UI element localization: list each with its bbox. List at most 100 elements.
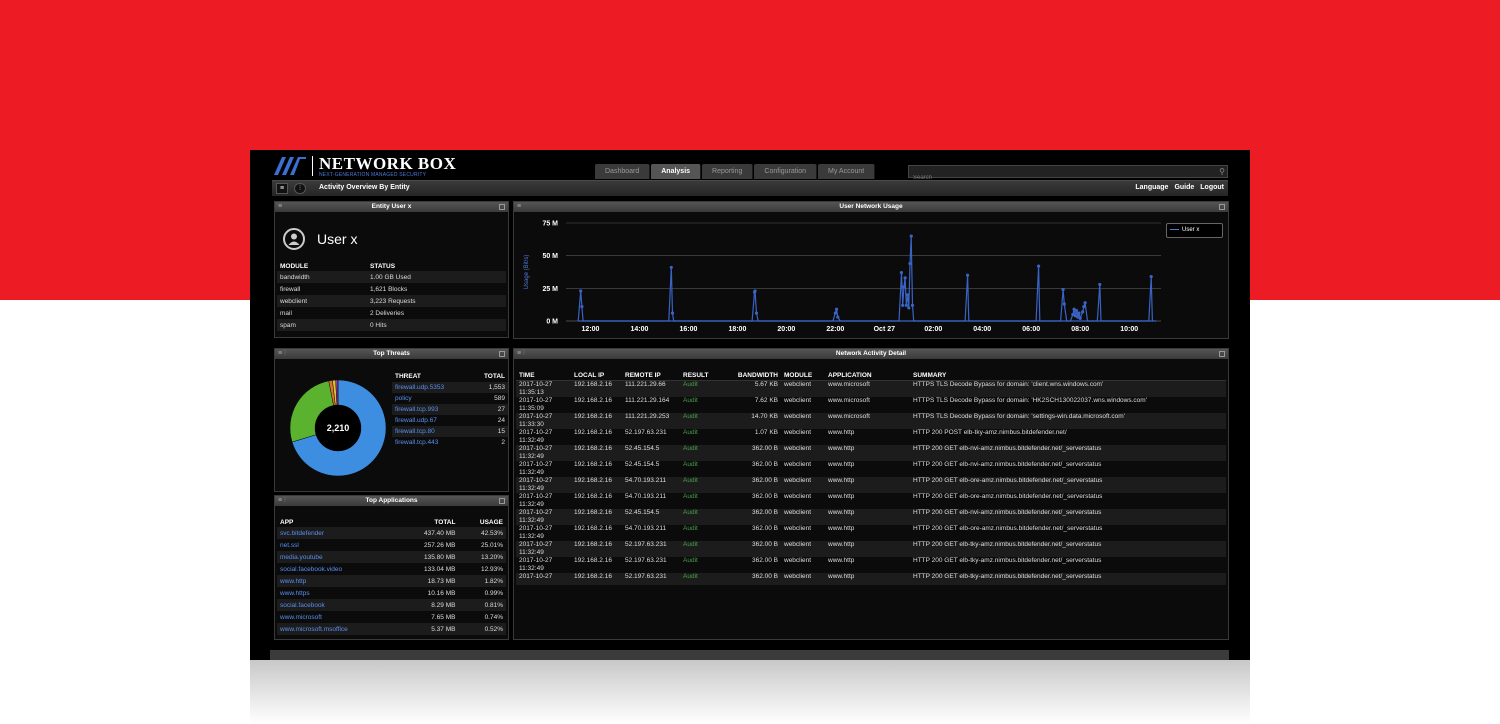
col-module[interactable]: MODULE [781,371,825,381]
table-row: spam 0 Hits [277,319,506,331]
table-row[interactable]: www.microsoft 7.65 MB 0.74% [277,611,506,623]
app-name[interactable]: net.ssl [277,539,397,551]
threat-name[interactable]: firewall.tcp.443 [392,437,470,448]
app-name[interactable]: svc.bitdefender [277,527,398,539]
app-name[interactable]: social.facebook.video [277,563,397,575]
table-row[interactable]: 2017-10-27 11:32:49 192.168.2.16 54.70.193… [516,493,1226,509]
table-row[interactable]: 2017-10-27 11:32:49 192.168.2.16 52.197.63… [516,429,1226,445]
table-row[interactable]: www.microsoft.msoffice 5.37 MB 0.52% [277,623,506,635]
tab-reporting[interactable]: Reporting [702,164,754,179]
maximize-icon[interactable] [499,204,505,210]
guide-link[interactable]: Guide [1174,184,1194,191]
cell-module: webclient [781,477,825,493]
app-name[interactable]: www.http [277,575,398,587]
cell-result: Audit [683,461,698,468]
app-name[interactable]: media.youtube [277,551,398,563]
threat-total: 589 [494,395,505,402]
col-remote-ip[interactable]: REMOTE IP [622,371,680,381]
table-row[interactable]: firewall.udp.67 24 [392,415,508,426]
threat-name[interactable]: firewall.tcp.993 [392,404,470,415]
app-usage: 12.93% [480,565,503,573]
data-point [754,311,759,315]
cell-time: 2017-10-27 11:32:49 [516,509,571,525]
threat-name[interactable]: policy [392,393,470,404]
app-total: 133.04 MB [424,565,456,573]
cell-summary: HTTP 200 GET elb-nvi-amz.nimbus.bitdefen… [910,509,1226,525]
table-row[interactable]: 2017-10-27 11:35:09 192.168.2.16 111.221.2… [516,397,1226,413]
tab-dashboard[interactable]: Dashboard [595,164,651,179]
tab-configuration[interactable]: Configuration [754,164,818,179]
logout-link[interactable]: Logout [1200,184,1224,191]
maximize-icon[interactable] [1219,204,1225,210]
col-local-ip[interactable]: LOCAL IP [571,371,622,381]
filter-settings-icon[interactable]: ⫶ [294,183,306,194]
table-row[interactable]: www.http 18.73 MB 1.82% [277,575,506,587]
search-icon[interactable]: ⚲ [1219,167,1225,176]
threat-name[interactable]: firewall.udp.67 [392,415,470,426]
cell-module: webclient [781,509,825,525]
threats-panel-header: ≡ ⫶ Top Threats [275,349,508,359]
cell-result: Audit [680,477,726,493]
table-row[interactable]: 2017-10-27 11:32:49 192.168.2.16 54.70.193… [516,525,1226,541]
data-point [965,273,970,277]
data-point [833,311,837,315]
cell-application: www.http [825,477,910,493]
maximize-icon[interactable] [499,351,505,357]
table-row[interactable]: 2017-10-27 11:33:30 192.168.2.16 111.221.2… [516,413,1226,429]
col-result[interactable]: RESULT [680,371,726,381]
col-total: TOTAL [483,373,505,380]
data-point [834,307,839,311]
cell-remote-ip: 54.70.193.211 [625,525,667,532]
cell-bandwidth: 14.70 KB [726,413,781,429]
data-point [580,305,584,309]
threat-name[interactable]: firewall.tcp.80 [392,426,470,437]
app-name[interactable]: www.https [277,587,397,599]
app-name[interactable]: www.microsoft [277,611,397,623]
legend-swatch [1170,228,1179,230]
table-row[interactable]: policy 589 [392,393,508,404]
hamburger-menu-icon[interactable]: ≡ [276,183,288,194]
table-row[interactable]: net.ssl 257.26 MB 25.01% [277,539,506,551]
table-row[interactable]: 2017-10-27 11:32:49 192.168.2.16 52.197.63… [516,541,1226,557]
table-row[interactable]: firewall.udp.5353 1,553 [392,382,508,393]
table-row[interactable]: 2017-10-27 11:32:49 192.168.2.16 54.70.193… [516,477,1226,493]
threat-name[interactable]: firewall.udp.5353 [392,382,470,393]
cell-result: Audit [680,445,726,461]
maximize-icon[interactable] [1219,351,1225,357]
table-row[interactable]: firewall.tcp.443 2 [392,437,508,448]
cell-result: Audit [680,509,726,525]
table-row[interactable]: 2017-10-27 192.168.2.16 52.197.63.231 Audit… [516,573,1226,585]
col-summary[interactable]: SUMMARY [910,371,1226,381]
table-row[interactable]: www.https 10.16 MB 0.99% [277,587,506,599]
app-name[interactable]: www.microsoft.msoffice [277,623,398,635]
col-module: MODULE [280,263,309,270]
table-row[interactable]: 2017-10-27 11:32:49 192.168.2.16 52.197.63… [516,557,1226,573]
table-row[interactable]: firewall.tcp.993 27 [392,404,508,415]
table-row[interactable]: 2017-10-27 11:35:13 192.168.2.16 111.221.2… [516,380,1226,397]
table-row[interactable]: social.facebook 8.29 MB 0.81% [277,599,506,611]
app-name[interactable]: social.facebook [277,599,398,611]
x-tick-label: 02:00 [924,326,942,333]
cell-module: webclient [781,445,825,461]
usage-line-chart: 0 M 25 M 50 M 75 M 12:00 14:00 16:00 18:00 20:00… [524,221,1161,333]
table-row[interactable]: firewall.tcp.80 15 [392,426,508,437]
col-application[interactable]: APPLICATION [825,371,910,381]
threat-total: 24 [497,417,505,424]
cell-time: 2017-10-27 11:32:49 [519,429,553,444]
col-bandwidth[interactable]: BANDWIDTH [726,371,781,381]
table-row[interactable]: media.youtube 135.80 MB 13.20% [277,551,506,563]
cell-local-ip: 192.168.2.16 [574,557,612,564]
table-row[interactable]: 2017-10-27 11:32:49 192.168.2.16 52.45.154… [516,461,1226,477]
language-link[interactable]: Language [1135,184,1168,191]
data-point [910,303,915,307]
tab-my-account[interactable]: My Account [818,164,876,179]
app-usage: 0.52% [458,623,506,635]
tab-analysis[interactable]: Analysis [651,164,702,179]
table-row[interactable]: 2017-10-27 11:32:49 192.168.2.16 52.45.154… [516,445,1226,461]
chart-legend[interactable]: User x [1166,223,1223,238]
col-time[interactable]: TIME [516,371,571,381]
table-row[interactable]: svc.bitdefender 437.40 MB 42.53% [277,527,506,539]
table-row[interactable]: social.facebook.video 133.04 MB 12.93% [277,563,506,575]
table-row[interactable]: 2017-10-27 11:32:49 192.168.2.16 52.45.154… [516,509,1226,525]
maximize-icon[interactable] [499,498,505,504]
